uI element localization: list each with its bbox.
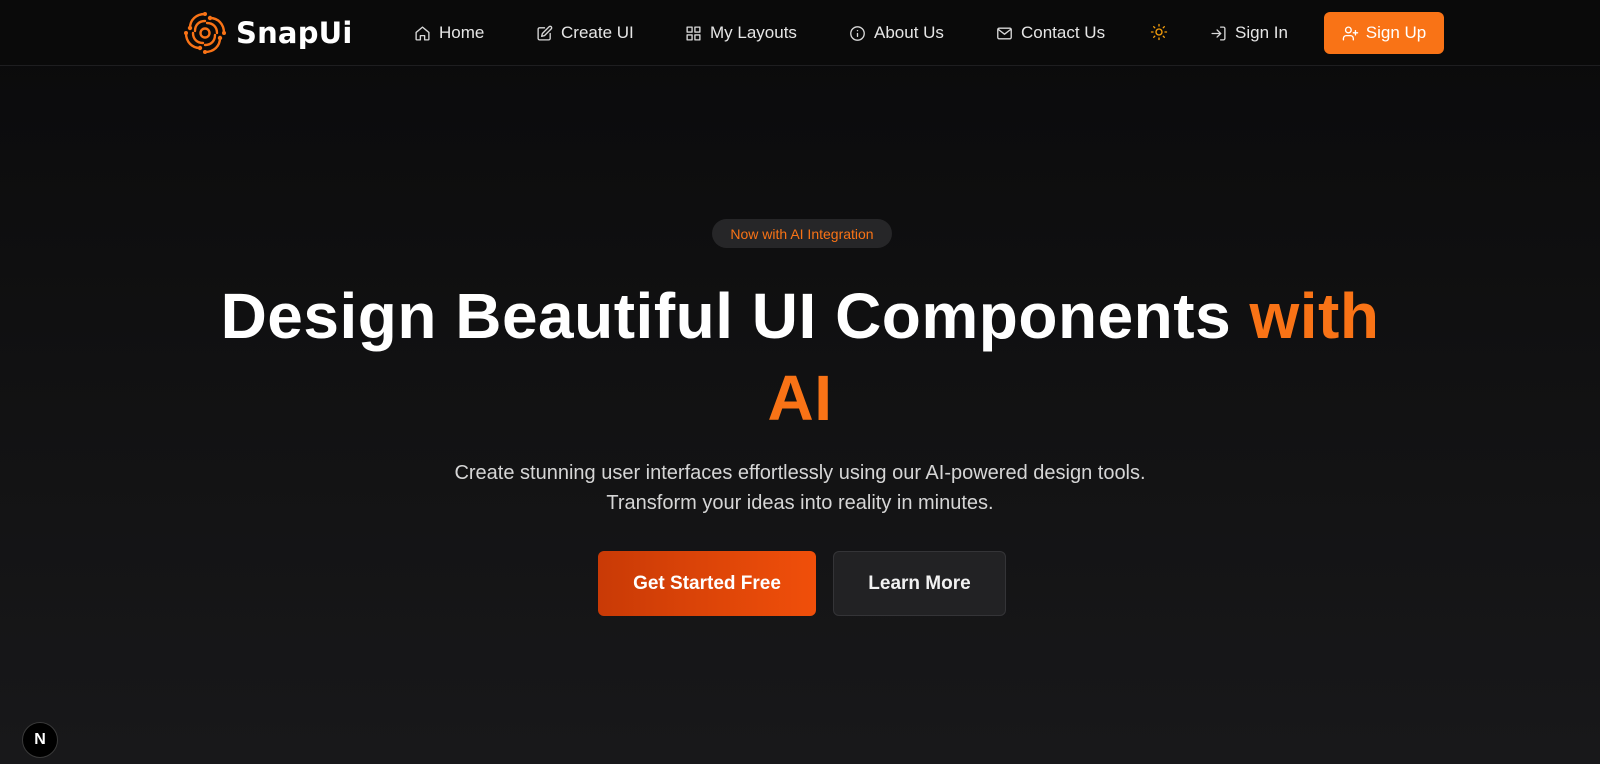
nav-item-label: Contact Us bbox=[1021, 23, 1106, 42]
nav-item-contact-us[interactable]: Contact Us bbox=[996, 19, 1105, 47]
sign-in-link[interactable]: Sign In bbox=[1210, 19, 1288, 47]
snapui-logo-icon bbox=[184, 12, 226, 54]
nav-item-create-ui[interactable]: Create UI bbox=[536, 19, 634, 47]
nextjs-icon[interactable]: N bbox=[22, 722, 58, 758]
nav-item-about-us[interactable]: About Us bbox=[849, 19, 944, 47]
sign-in-icon bbox=[1211, 25, 1226, 41]
sign-in-label: Sign In bbox=[1235, 23, 1288, 42]
nav-item-label: About Us bbox=[874, 23, 944, 42]
nav-item-home[interactable]: Home bbox=[414, 19, 484, 47]
edit-icon bbox=[537, 25, 553, 41]
sign-up-label: Sign Up bbox=[1365, 23, 1427, 42]
hero-subtitle: Create stunning user interfaces effortle… bbox=[454, 462, 1146, 514]
nav-item-label: Home bbox=[439, 23, 485, 42]
user-plus-icon bbox=[1342, 25, 1359, 41]
get-started-button[interactable]: Get Started Free bbox=[598, 551, 816, 616]
mail-icon bbox=[997, 27, 1012, 39]
announcement-badge: Now with AI Integration bbox=[712, 219, 892, 248]
info-icon bbox=[850, 25, 865, 41]
hero-title-accent: AI bbox=[767, 362, 833, 434]
sign-up-button[interactable]: Sign Up bbox=[1324, 12, 1444, 54]
brand-logo[interactable]: SnapUi bbox=[182, 10, 353, 56]
grid-icon bbox=[686, 25, 701, 41]
learn-more-button[interactable]: Learn More bbox=[833, 551, 1006, 616]
sun-icon bbox=[1150, 23, 1168, 41]
top-navbar: SnapUi Home Create UI My Layouts About U… bbox=[0, 0, 1600, 66]
hero-title-accent: with bbox=[1249, 280, 1380, 352]
theme-toggle[interactable] bbox=[1148, 21, 1170, 43]
nav-item-my-layouts[interactable]: My Layouts bbox=[685, 19, 797, 47]
brand-name: SnapUi bbox=[236, 16, 353, 50]
home-icon bbox=[415, 25, 430, 41]
nav-item-label: My Layouts bbox=[710, 23, 797, 42]
hero-title-main: Design Beautiful UI Components bbox=[220, 280, 1232, 352]
page: SnapUi Home Create UI My Layouts About U… bbox=[0, 0, 1600, 764]
hero-title: Design Beautiful UI Components with AI bbox=[0, 275, 1600, 439]
nav-item-label: Create UI bbox=[561, 23, 634, 42]
